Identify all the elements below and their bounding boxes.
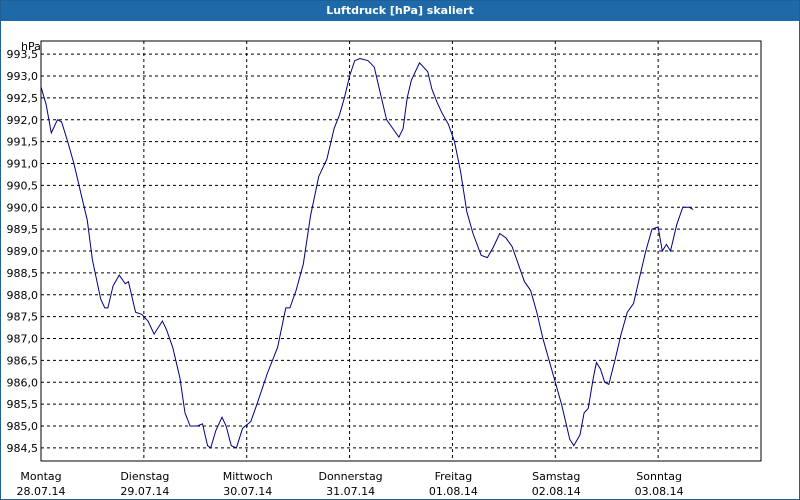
x-tick-day-label: Montag bbox=[20, 470, 61, 483]
y-tick-label: 992,0 bbox=[7, 114, 39, 127]
y-tick-label: 987,5 bbox=[7, 311, 39, 324]
y-tick-label: 990,5 bbox=[7, 179, 39, 192]
y-tick-label: 986,5 bbox=[7, 354, 39, 367]
y-tick-label: 989,0 bbox=[7, 245, 39, 258]
x-tick-date-label: 28.07.14 bbox=[17, 485, 66, 498]
y-tick-label: 984,5 bbox=[7, 442, 39, 455]
x-tick-day-label: Sonntag bbox=[636, 470, 682, 483]
x-tick-date-label: 29.07.14 bbox=[120, 485, 169, 498]
y-tick-label: 990,0 bbox=[7, 201, 39, 214]
chart-window: Luftdruck [hPa] skaliert 993,5 993,0 992,5… bbox=[0, 0, 800, 500]
grid-lines bbox=[41, 41, 761, 461]
y-tick-label: 991,0 bbox=[7, 158, 39, 171]
x-tick-day-label: Samstag bbox=[532, 470, 580, 483]
y-tick-label: 992,5 bbox=[7, 92, 39, 105]
y-tick-label: 987,0 bbox=[7, 333, 39, 346]
x-tick-day-label: Donnerstag bbox=[318, 470, 382, 483]
y-tick-label: 988,0 bbox=[7, 289, 39, 302]
y-tick-label: 986,0 bbox=[7, 376, 39, 389]
y-axis-label: hPa bbox=[21, 40, 41, 53]
x-tick-day-label: Freitag bbox=[435, 470, 473, 483]
y-tick-label: 993,0 bbox=[7, 70, 39, 83]
y-tick-label: 988,5 bbox=[7, 267, 39, 280]
y-tick-label: 989,5 bbox=[7, 223, 39, 236]
pressure-chart: 993,5993,0992,5992,0991,5991,0990,5990,0… bbox=[7, 40, 762, 498]
y-tick-label: 991,5 bbox=[7, 136, 39, 149]
x-tick-day-label: Mittwoch bbox=[223, 470, 273, 483]
x-tick-date-label: 01.08.14 bbox=[429, 485, 478, 498]
y-axis-ticks: 993,5993,0992,5992,0991,5991,0990,5990,0… bbox=[7, 48, 39, 455]
x-tick-date-label: 03.08.14 bbox=[635, 485, 684, 498]
x-tick-day-label: Dienstag bbox=[120, 470, 169, 483]
x-tick-date-label: 02.08.14 bbox=[532, 485, 581, 498]
y-tick-label: 985,0 bbox=[7, 420, 39, 433]
x-axis-ticks: Montag 28.07.14 Dienstag 29.07.14 Mittwoch 30… bbox=[17, 470, 684, 498]
x-tick-date-label: 30.07.14 bbox=[223, 485, 272, 498]
y-tick-label: 985,5 bbox=[7, 398, 39, 411]
x-tick-date-label: 31.07.14 bbox=[326, 485, 375, 498]
pressure-series-line bbox=[40, 57, 694, 449]
